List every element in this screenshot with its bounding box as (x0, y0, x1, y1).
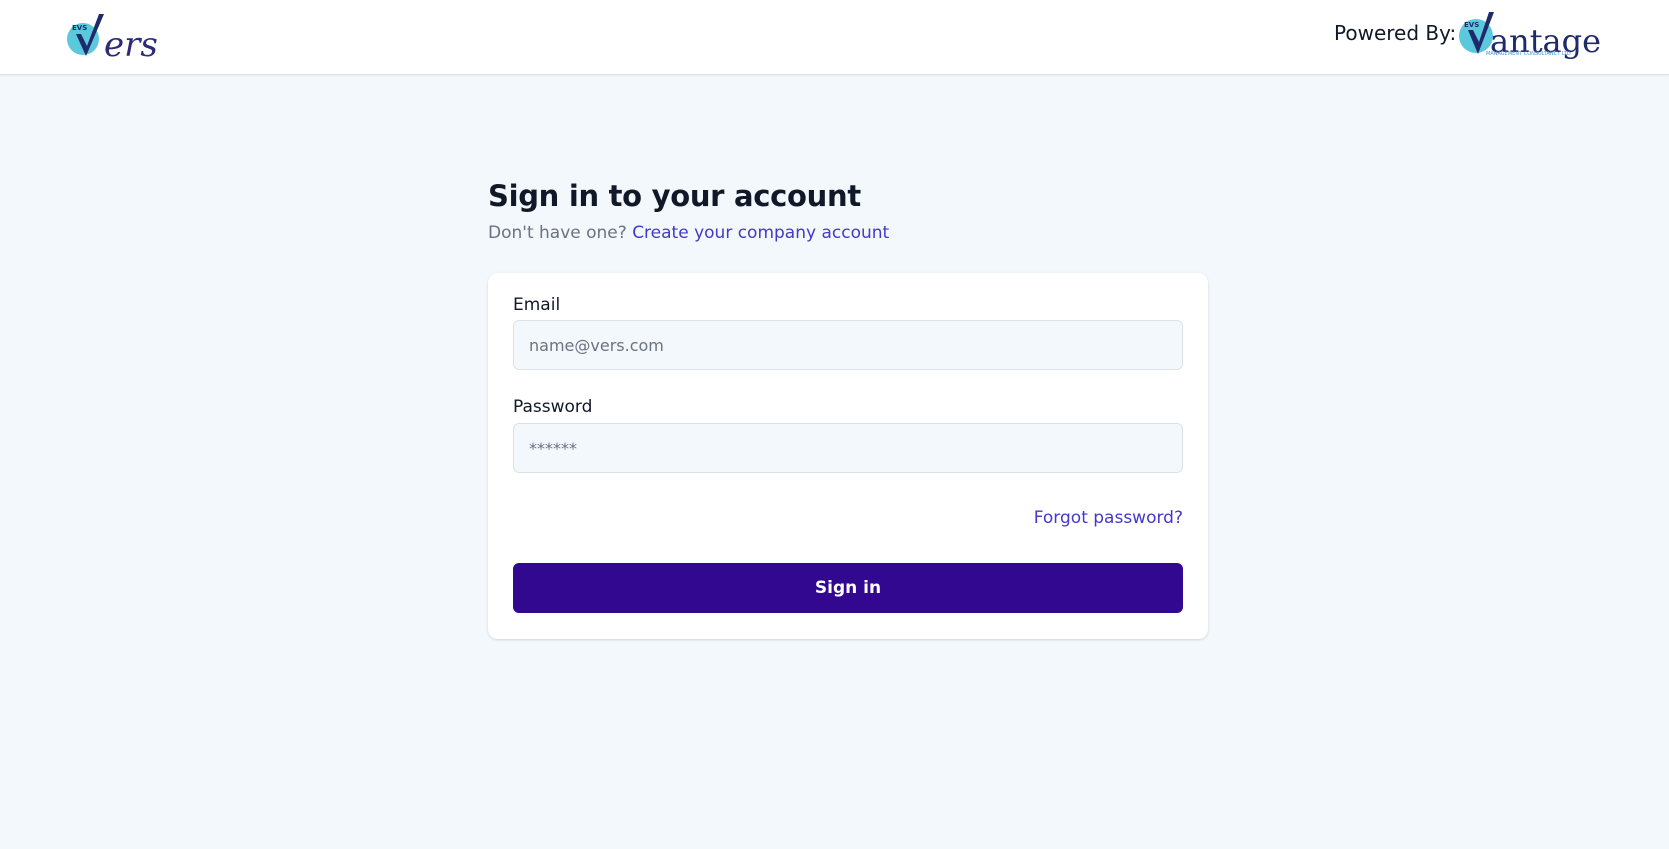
vers-logo[interactable]: EVS ers (66, 12, 160, 60)
vantage-logo: EVS antage MANAGEMENT CONSULTANCY LTD (1456, 10, 1624, 62)
password-label: Password (513, 397, 593, 417)
top-bar: EVS ers Powered By: EVS antage MANAGEMEN… (0, 0, 1669, 75)
svg-text:EVS: EVS (1464, 21, 1479, 29)
signin-card: Email Password Forgot password? Sign in (488, 273, 1208, 639)
svg-text:MANAGEMENT CONSULTANCY LTD: MANAGEMENT CONSULTANCY LTD (1486, 51, 1571, 57)
password-input[interactable] (513, 423, 1183, 473)
signup-prompt: Don't have one? Create your company acco… (488, 223, 889, 243)
create-account-link[interactable]: Create your company account (632, 223, 889, 243)
email-label: Email (513, 295, 561, 315)
forgot-password-link[interactable]: Forgot password? (1034, 508, 1183, 528)
svg-text:EVS: EVS (72, 24, 87, 32)
signup-prompt-text: Don't have one? (488, 223, 627, 243)
email-input[interactable] (513, 320, 1183, 370)
powered-by-label: Powered By: (1334, 21, 1457, 45)
svg-text:ers: ers (104, 25, 158, 60)
sign-in-button[interactable]: Sign in (513, 563, 1183, 613)
page-title: Sign in to your account (488, 179, 861, 213)
